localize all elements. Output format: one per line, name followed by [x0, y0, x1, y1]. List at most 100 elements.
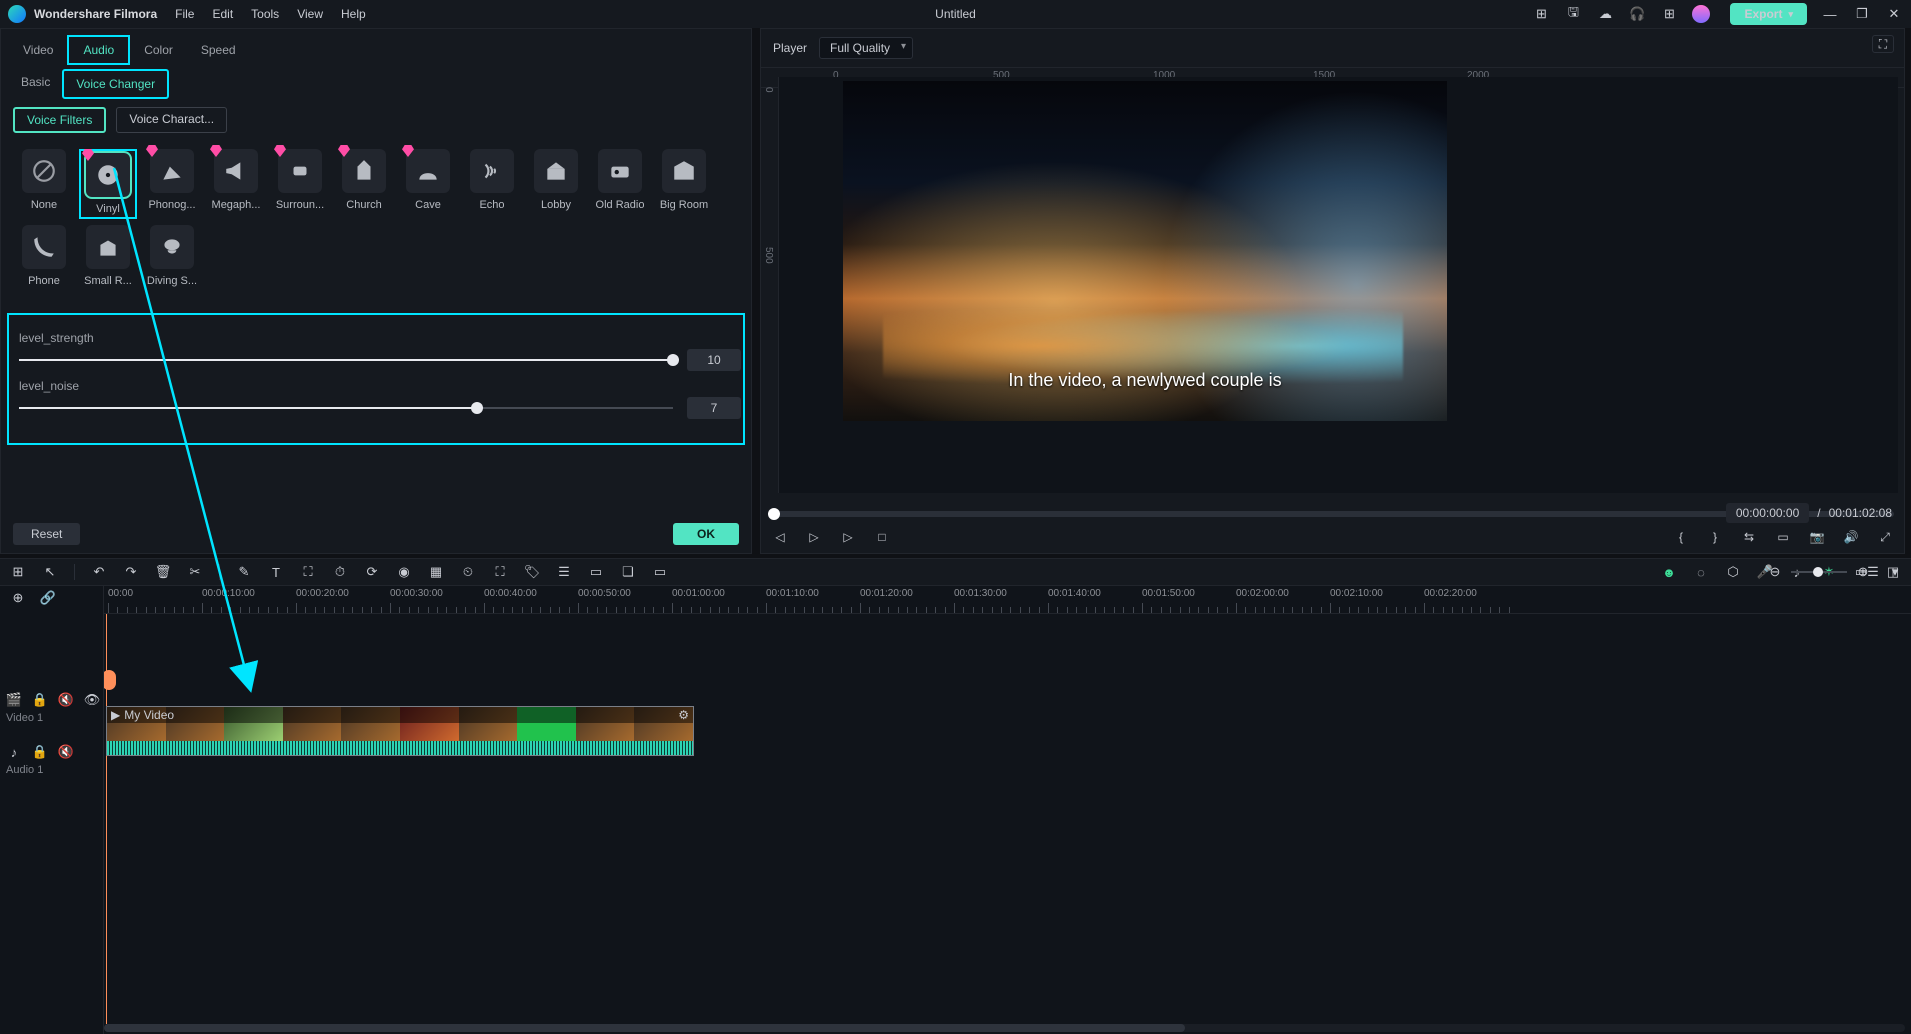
- options-icon[interactable]: ▾: [1887, 564, 1903, 580]
- bracket-in-icon[interactable]: {: [1672, 528, 1690, 546]
- layout-icon[interactable]: ⊞: [1532, 6, 1550, 22]
- speed-tool-icon[interactable]: ⏱: [332, 564, 348, 580]
- subtab-voice-changer[interactable]: Voice Changer: [62, 69, 169, 99]
- color-icon[interactable]: ◉: [396, 564, 412, 580]
- filter-small-room[interactable]: Small R...: [79, 225, 137, 287]
- pointer-tool-icon[interactable]: ↖: [42, 564, 58, 580]
- save-icon[interactable]: 🖫: [1564, 6, 1582, 22]
- slider-level-strength[interactable]: level_strength 10: [19, 331, 733, 361]
- redo-icon[interactable]: ↷: [123, 564, 139, 580]
- tab-speed[interactable]: Speed: [187, 35, 250, 65]
- menu-file[interactable]: File: [175, 7, 194, 21]
- undo-icon[interactable]: ↶: [91, 564, 107, 580]
- filter-phone[interactable]: Phone: [15, 225, 73, 287]
- prev-frame-icon[interactable]: ◁: [771, 528, 789, 546]
- window-minimize-icon[interactable]: —: [1821, 6, 1839, 22]
- snapshot-icon[interactable]: ⛶: [1872, 35, 1894, 53]
- text-tool-icon[interactable]: T: [268, 564, 284, 580]
- filter-phonograph[interactable]: Phonog...: [143, 149, 201, 219]
- apps-icon[interactable]: ⊞: [1660, 6, 1678, 22]
- slider-strength-value[interactable]: 10: [687, 349, 741, 371]
- crop-tool-icon[interactable]: ⛶: [300, 564, 316, 580]
- timeline-scrollbar[interactable]: [104, 1024, 1905, 1032]
- camera-icon[interactable]: 📷: [1808, 528, 1826, 546]
- volume-icon[interactable]: 🔊: [1842, 528, 1860, 546]
- lock-icon[interactable]: 🔒: [32, 744, 48, 760]
- menu-edit[interactable]: Edit: [212, 7, 233, 21]
- zoom-out-icon[interactable]: ⊖: [1767, 564, 1783, 580]
- menu-view[interactable]: View: [297, 7, 323, 21]
- clip-name: My Video: [124, 708, 174, 722]
- filter-diving-suit[interactable]: Diving S...: [143, 225, 201, 287]
- video-clip[interactable]: ▶My Video⚙: [106, 706, 694, 756]
- ok-button[interactable]: OK: [673, 523, 739, 545]
- filter-echo[interactable]: Echo: [463, 149, 521, 219]
- link-icon[interactable]: 🔗: [40, 590, 56, 606]
- tab-video[interactable]: Video: [9, 35, 67, 65]
- tab-color[interactable]: Color: [130, 35, 187, 65]
- filter-vinyl[interactable]: Vinyl: [79, 149, 137, 219]
- zoom-control[interactable]: ⊖ ⊕: [1767, 564, 1871, 580]
- multi-icon[interactable]: ❏: [620, 564, 636, 580]
- slider-level-noise[interactable]: level_noise 7: [19, 379, 733, 409]
- fullscreen-icon[interactable]: ⤢: [1876, 528, 1894, 546]
- zoom-slider[interactable]: [1791, 571, 1847, 573]
- compare-icon[interactable]: ⇆: [1740, 528, 1758, 546]
- chip-voice-characters[interactable]: Voice Charact...: [116, 107, 227, 133]
- delete-icon[interactable]: 🗑: [155, 564, 171, 580]
- timeline-body[interactable]: ▶My Video⚙: [104, 614, 1911, 1024]
- timer-icon[interactable]: ⏲: [460, 564, 476, 580]
- filter-big-room[interactable]: Big Room: [655, 149, 713, 219]
- mute-icon[interactable]: 🔇: [58, 692, 74, 708]
- fit-icon[interactable]: ⛶: [492, 564, 508, 580]
- window-close-icon[interactable]: ✕: [1885, 6, 1903, 22]
- filter-surround[interactable]: Surroun...: [271, 149, 329, 219]
- play-icon[interactable]: ▷: [805, 528, 823, 546]
- eye-icon[interactable]: 👁: [84, 692, 100, 708]
- headphones-icon[interactable]: 🎧: [1628, 6, 1646, 22]
- rotate-icon[interactable]: ⟳: [364, 564, 380, 580]
- list-view-icon[interactable]: ☰: [1865, 564, 1881, 580]
- filter-megaphone[interactable]: Megaph...: [207, 149, 265, 219]
- stop-icon[interactable]: □: [873, 528, 891, 546]
- user-avatar[interactable]: [1692, 5, 1710, 23]
- filter-church[interactable]: Church: [335, 149, 393, 219]
- tab-audio[interactable]: Audio: [67, 35, 130, 65]
- bracket-out-icon[interactable]: }: [1706, 528, 1724, 546]
- player-quality-dropdown[interactable]: Full Quality: [819, 37, 913, 59]
- chip-voice-filters[interactable]: Voice Filters: [13, 107, 106, 133]
- tag-icon[interactable]: 🏷: [524, 564, 540, 580]
- timeline-ruler[interactable]: 00:0000:00:10:0000:00:20:0000:00:30:0000…: [104, 586, 1911, 614]
- slider-noise-value[interactable]: 7: [687, 397, 741, 419]
- time-current[interactable]: 00:00:00:00: [1726, 503, 1809, 523]
- select-tool-icon[interactable]: ⊞: [10, 564, 26, 580]
- cut-icon[interactable]: ✂: [187, 564, 203, 580]
- track-add-icon[interactable]: ⊕: [10, 590, 26, 606]
- menu-help[interactable]: Help: [341, 7, 366, 21]
- cloud-icon[interactable]: ☁: [1596, 6, 1614, 22]
- filter-lobby[interactable]: Lobby: [527, 149, 585, 219]
- display-icon[interactable]: ▭: [1774, 528, 1792, 546]
- group-icon[interactable]: ▭: [588, 564, 604, 580]
- filter-none[interactable]: None: [15, 149, 73, 219]
- clip-fx-icon[interactable]: ⚙: [678, 708, 689, 722]
- mask-icon[interactable]: ▦: [428, 564, 444, 580]
- export-button[interactable]: Export▾: [1730, 3, 1807, 25]
- mute-icon[interactable]: 🔇: [58, 744, 74, 760]
- sliders-icon[interactable]: ☰: [556, 564, 572, 580]
- ai-icon[interactable]: ☻: [1661, 564, 1677, 580]
- range-marker[interactable]: [104, 670, 116, 690]
- player-viewport[interactable]: In the video, a newlywed couple is: [779, 77, 1898, 493]
- reset-button[interactable]: Reset: [13, 523, 80, 545]
- window-maximize-icon[interactable]: ❐: [1853, 6, 1871, 22]
- subtab-basic[interactable]: Basic: [9, 69, 62, 99]
- menu-tools[interactable]: Tools: [251, 7, 279, 21]
- edit-tool-icon[interactable]: ✎: [236, 564, 252, 580]
- marker-icon[interactable]: ⬡: [1725, 564, 1741, 580]
- device-icon[interactable]: ▭: [652, 564, 668, 580]
- filter-cave[interactable]: Cave: [399, 149, 457, 219]
- filter-old-radio[interactable]: Old Radio: [591, 149, 649, 219]
- next-frame-icon[interactable]: ▷: [839, 528, 857, 546]
- render-icon[interactable]: ◌: [1693, 564, 1709, 580]
- lock-icon[interactable]: 🔒: [32, 692, 48, 708]
